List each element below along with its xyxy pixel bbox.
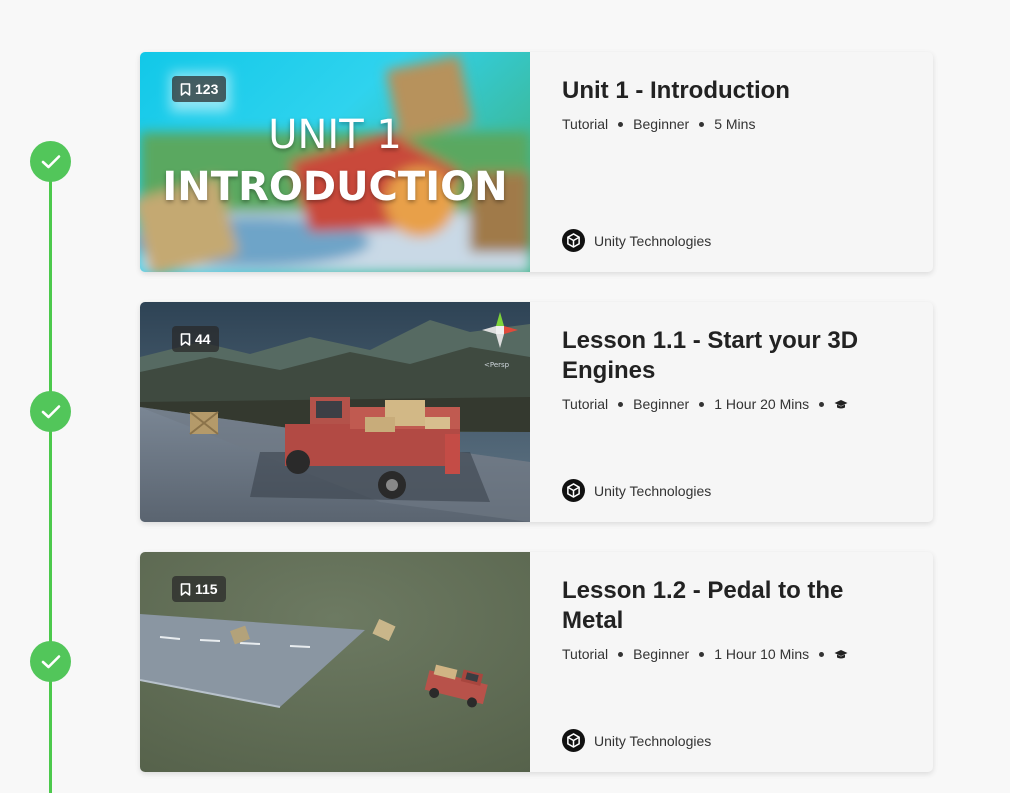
course-level: Beginner — [633, 116, 690, 132]
meta-separator — [618, 401, 624, 407]
learning-path-page: UNIT 1 INTRODUCTION 123 Unit 1 - Introdu… — [0, 0, 1010, 793]
course-card-lesson-1-2[interactable]: 115 Lesson 1.2 - Pedal to the Metal Tuto… — [140, 552, 933, 772]
publisher[interactable]: Unity Technologies — [562, 729, 711, 752]
unity-logo-icon — [562, 729, 585, 752]
course-title[interactable]: Lesson 1.1 - Start your 3D Engines — [562, 326, 901, 386]
meta-separator — [699, 651, 705, 657]
course-card-unit-1[interactable]: UNIT 1 INTRODUCTION 123 Unit 1 - Introdu… — [140, 52, 933, 272]
bookmark-icon — [180, 332, 191, 346]
check-icon — [41, 654, 60, 668]
course-duration: 1 Hour 10 Mins — [714, 646, 810, 662]
course-title[interactable]: Lesson 1.2 - Pedal to the Metal — [562, 576, 901, 636]
graduation-cap-icon — [834, 399, 848, 408]
course-level: Beginner — [633, 396, 690, 412]
course-duration: 1 Hour 20 Mins — [714, 396, 810, 412]
completed-check-2 — [30, 391, 71, 432]
thumbnail-title-line-2: INTRODUCTION — [162, 164, 508, 210]
check-icon — [41, 404, 60, 418]
publisher-name: Unity Technologies — [594, 232, 712, 249]
course-thumbnail[interactable]: UNIT 1 INTRODUCTION 123 — [140, 52, 530, 272]
timeline-line — [49, 161, 52, 793]
course-duration: 5 Mins — [714, 116, 756, 132]
unity-logo-icon — [562, 229, 585, 252]
publisher-name: Unity Technologies — [594, 482, 712, 499]
meta-separator — [699, 401, 705, 407]
course-info: Lesson 1.2 - Pedal to the Metal Tutorial… — [530, 552, 933, 772]
meta-separator — [819, 651, 825, 657]
graduation-cap-icon — [834, 649, 848, 658]
bookmark-count-badge[interactable]: 115 — [172, 576, 226, 602]
thumbnail-title-line-1: UNIT 1 — [268, 112, 402, 158]
course-title[interactable]: Unit 1 - Introduction — [562, 76, 901, 106]
bookmark-count: 115 — [195, 581, 218, 597]
course-type: Tutorial — [562, 646, 609, 662]
course-type: Tutorial — [562, 396, 609, 412]
unity-logo-icon — [562, 479, 585, 502]
bookmark-count: 44 — [195, 331, 211, 347]
course-meta: Tutorial Beginner 5 Mins — [562, 116, 901, 132]
publisher[interactable]: Unity Technologies — [562, 229, 711, 252]
meta-separator — [618, 651, 624, 657]
check-icon — [41, 154, 60, 168]
course-thumbnail[interactable]: 115 — [140, 552, 530, 772]
publisher[interactable]: Unity Technologies — [562, 479, 711, 502]
course-meta: Tutorial Beginner 1 Hour 20 Mins — [562, 396, 901, 412]
bookmark-count: 123 — [195, 81, 219, 97]
bookmark-icon — [180, 582, 191, 596]
meta-separator — [699, 121, 705, 127]
publisher-name: Unity Technologies — [594, 732, 712, 749]
course-thumbnail[interactable]: <Persp 44 — [140, 302, 530, 522]
course-meta: Tutorial Beginner 1 Hour 10 Mins — [562, 646, 901, 662]
bookmark-icon — [180, 82, 191, 96]
scene-view-label: <Persp — [484, 361, 510, 369]
meta-separator — [618, 121, 624, 127]
bookmark-count-badge[interactable]: 44 — [172, 326, 219, 352]
course-info: Unit 1 - Introduction Tutorial Beginner … — [530, 52, 933, 272]
course-card-lesson-1-1[interactable]: <Persp 44 Lesson 1.1 - Start your 3D Eng… — [140, 302, 933, 522]
course-info: Lesson 1.1 - Start your 3D Engines Tutor… — [530, 302, 933, 522]
completed-check-1 — [30, 141, 71, 182]
course-level: Beginner — [633, 646, 690, 662]
bookmark-count-badge[interactable]: 123 — [172, 76, 227, 102]
completed-check-3 — [30, 641, 71, 682]
meta-separator — [819, 401, 825, 407]
course-type: Tutorial — [562, 116, 609, 132]
